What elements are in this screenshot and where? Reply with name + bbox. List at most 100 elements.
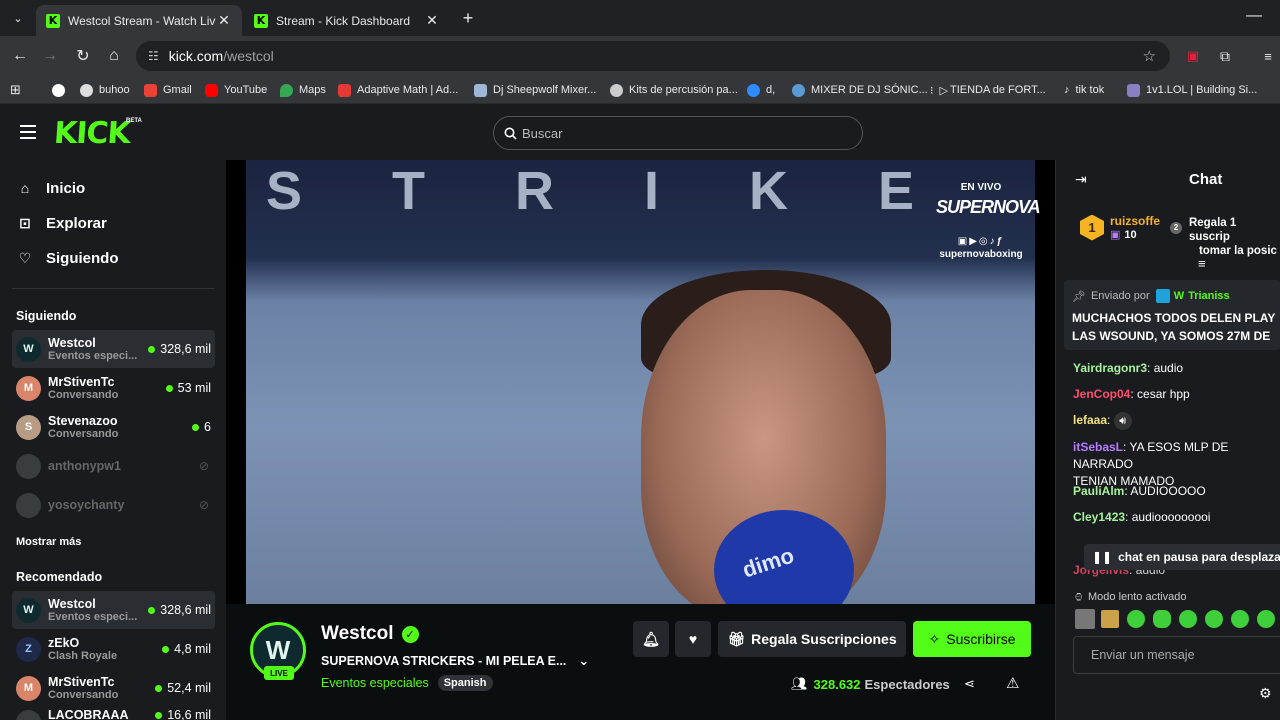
chat-username[interactable]: PauliAlm — [1073, 484, 1124, 498]
bookmark-label: Kits de percusión pa... — [629, 84, 738, 96]
close-tab-icon[interactable]: ✕ — [424, 12, 440, 29]
pinned-by-user[interactable]: Trianiss — [1188, 290, 1230, 302]
emote-icon[interactable] — [1101, 610, 1119, 628]
following-channel-stevenazoo[interactable]: S Stevenazoo Conversando 6 — [12, 408, 215, 446]
recommended-channel-mrstiventc[interactable]: M MrStivenTc Conversando 52,4 mil — [12, 669, 215, 707]
tab-westcol[interactable]: K Westcol Stream - Watch Live on ✕ — [36, 5, 242, 36]
stream-info: W LIVE Westcol ✓ SUPERNOVA STRICKERS - M… — [226, 604, 1055, 720]
chat-username[interactable]: lefaaa — [1073, 413, 1107, 427]
forward-icon[interactable]: → — [38, 44, 62, 68]
bookmark-tienda-fort[interactable]: ⁝ ▷ TIENDA de FORT... — [930, 76, 1046, 104]
language-tag[interactable]: Spanish — [437, 675, 493, 691]
slow-mode-icon: ⌚︎ — [1073, 592, 1084, 604]
emote-icon[interactable] — [1179, 610, 1197, 628]
nav-siguiendo[interactable]: ♡ Siguiendo — [16, 245, 119, 271]
site-info-icon[interactable]: ☷ — [148, 49, 159, 63]
bookmark-dj-sheepwolf[interactable]: Dj Sheepwolf Mixer... — [474, 76, 596, 104]
emote-icon[interactable] — [1231, 610, 1249, 628]
top-gifter-card[interactable]: 1 ruizsoffe ▣ 10 — [1080, 214, 1160, 241]
kick-logo[interactable]: KICK — [53, 116, 131, 151]
pinned-header: 📌︎ Enviado por W Trianiss — [1072, 289, 1230, 303]
close-tab-icon[interactable]: ✕ — [216, 12, 232, 29]
minimize-icon[interactable]: — — [1242, 4, 1266, 28]
bookmark-youtube[interactable]: YouTube — [205, 76, 267, 104]
recommended-channel-lacobraaa[interactable]: LACOBRAAA 16,6 mil — [12, 708, 215, 720]
avatar — [16, 492, 41, 518]
subscribe-button[interactable]: ✧ Suscribirse — [913, 621, 1031, 657]
bookmark-maps[interactable]: Maps — [280, 76, 326, 104]
emote-icon[interactable] — [1153, 610, 1171, 628]
apps-grid-icon[interactable]: ⊞ — [10, 76, 21, 104]
globe-icon — [80, 83, 93, 97]
following-channel-anthonypw1[interactable]: anthonypw1 ⊘ — [12, 447, 215, 485]
tab-search-icon[interactable]: ⌄ — [6, 6, 30, 30]
bookmark-zoom[interactable]: d, — [747, 76, 775, 104]
emote-icon[interactable] — [1205, 610, 1223, 628]
reading-list-icon[interactable]: ≡ — [1256, 44, 1280, 68]
new-tab-icon[interactable]: + — [456, 6, 480, 30]
gift-promo-card[interactable]: 2 Regala 1 suscrip tomar la posic — [1170, 216, 1280, 258]
report-icon[interactable]: ⚠ — [1006, 674, 1019, 692]
following-channel-westcol[interactable]: W Westcol Eventos especi... 328,6 mil — [12, 330, 215, 368]
video-player[interactable]: STRIKE dimo EN VIVO SUPERNOVA ▣▶◎♪ƒ supe… — [226, 160, 1055, 604]
tab-kick-dashboard[interactable]: K Stream - Kick Dashboard ✕ — [244, 5, 450, 36]
category-link[interactable]: Eventos especiales — [321, 676, 429, 690]
chevron-down-icon[interactable]: ⌄ — [578, 653, 589, 669]
following-channel-mrstiventc[interactable]: M MrStivenTc Conversando 53 mil — [12, 369, 215, 407]
bookmark-gmail[interactable]: Gmail — [144, 76, 192, 104]
bookmark-adaptive-math[interactable]: Adaptive Math | Ad... — [338, 76, 458, 104]
paused-text: chat en pausa para desplazar — [1118, 550, 1280, 564]
maps-pin-icon — [280, 83, 293, 97]
nav-inicio[interactable]: ⌂ Inicio — [16, 175, 85, 201]
share-icon[interactable]: ⋖ — [964, 676, 975, 692]
bookmark-buhoo[interactable]: buhoo — [80, 76, 130, 104]
nav-explorar[interactable]: ⊡ Explorar — [16, 210, 107, 236]
chat-paused-notice[interactable]: ❚❚ chat en pausa para desplazar — [1084, 544, 1280, 570]
channel-category: Clash Royale — [48, 650, 118, 662]
search-input[interactable]: Buscar — [493, 116, 863, 150]
tiktok-icon: ♪ — [1064, 84, 1070, 96]
following-channel-yosoychanty[interactable]: yosoychanty ⊘ — [12, 486, 215, 524]
stream-title: SUPERNOVA STRICKERS - MI PELEA E... — [321, 654, 567, 668]
viewer-count-row: 👥︎ 328.632 Espectadores — [791, 676, 950, 692]
bookmark-kits-percusion[interactable]: Kits de percusión pa... — [610, 76, 738, 104]
avatar: Z — [16, 636, 41, 662]
viewer-count: 4,8 mil — [162, 642, 211, 656]
collapse-chat-icon[interactable]: ⇥ — [1075, 171, 1087, 188]
chat-username[interactable]: itSebasL — [1073, 440, 1123, 454]
bookmark-1v1lol[interactable]: 1v1.LOL | Building Si... — [1127, 76, 1257, 104]
show-more-link[interactable]: Mostrar más — [16, 536, 81, 548]
chat-input[interactable]: Enviar un mensaje — [1073, 636, 1280, 674]
back-icon[interactable]: ← — [8, 44, 32, 68]
chat-username[interactable]: Cley1423 — [1073, 510, 1125, 524]
home-icon[interactable]: ⌂ — [102, 44, 126, 68]
tab-title: Stream - Kick Dashboard — [276, 13, 411, 28]
url-host: kick.com — [168, 48, 224, 64]
extensions-puzzle-icon[interactable]: ⧉ — [1213, 44, 1237, 68]
bookmark-tiktok[interactable]: ♪ tik tok — [1064, 76, 1104, 104]
chat-username[interactable]: Yairdragonr3 — [1073, 361, 1147, 375]
chat-settings-gear-icon[interactable]: ⚙ — [1259, 685, 1272, 702]
address-bar[interactable]: ☷ kick.com/westcol ☆ — [136, 41, 1170, 71]
expand-leaderboard-icon[interactable]: ≡ — [1198, 256, 1206, 271]
menu-icon[interactable] — [20, 125, 36, 139]
background-banner-text: STRIKE — [266, 161, 1005, 221]
follow-button[interactable]: ♥ — [675, 621, 711, 657]
emote-icon[interactable] — [1127, 610, 1145, 628]
bookmark-mixer-dj[interactable]: MIXER DE DJ SÓNIC... — [792, 76, 928, 104]
bookmark-star-icon[interactable]: ☆ — [1143, 47, 1156, 65]
channel-name[interactable]: Westcol — [321, 623, 394, 645]
reload-icon[interactable]: ↻ — [71, 44, 95, 68]
notifications-button[interactable]: 🔔︎ — [633, 621, 669, 657]
gift-subscriptions-button[interactable]: 🎁︎ Regala Suscripciones — [718, 621, 906, 657]
emote-icon[interactable] — [1075, 609, 1095, 629]
recommended-channel-zeko[interactable]: Z zEkO Clash Royale 4,8 mil — [12, 630, 215, 668]
chat-username[interactable]: JenCop04 — [1073, 387, 1130, 401]
bookmark-globe[interactable] — [52, 76, 71, 104]
bookmark-label: Dj Sheepwolf Mixer... — [493, 84, 597, 96]
emote-icon[interactable] — [1257, 610, 1275, 628]
extension-icon[interactable]: ▣ — [1181, 44, 1205, 68]
live-dot-icon — [155, 684, 163, 692]
avatar — [16, 453, 41, 479]
recommended-channel-westcol[interactable]: W Westcol Eventos especi... 328,6 mil — [12, 591, 215, 629]
